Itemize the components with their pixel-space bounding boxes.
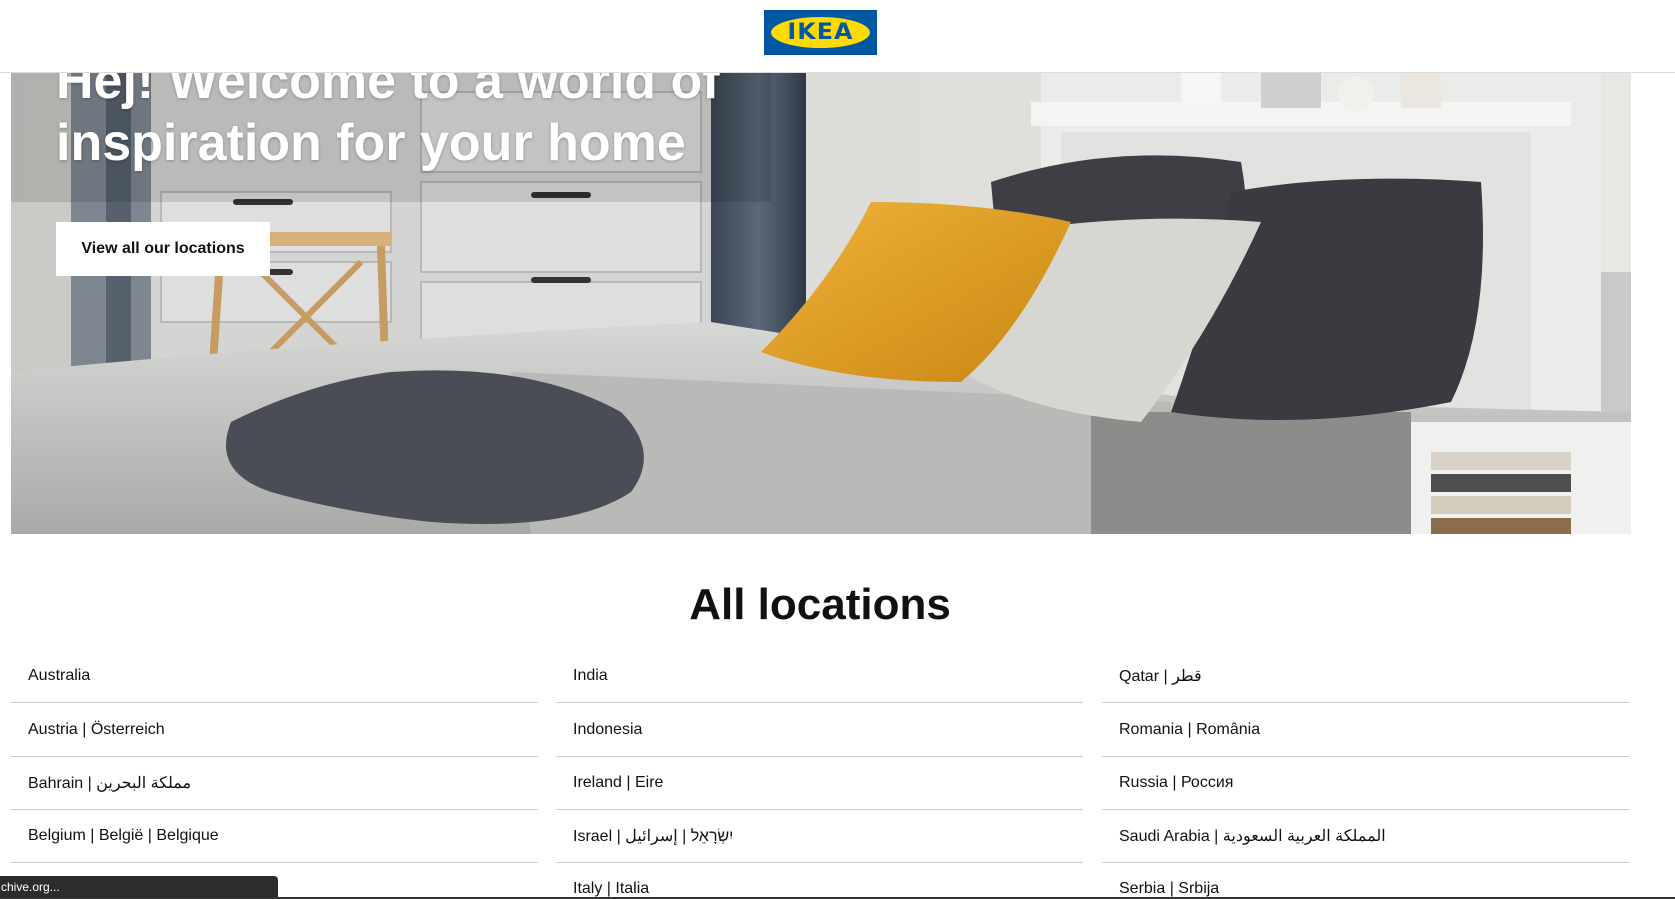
logo-text: IKEA	[787, 20, 854, 45]
location-link-romania[interactable]: Romania | România	[1102, 703, 1629, 757]
location-link-belgium[interactable]: Belgium | België | Belgique	[11, 810, 538, 863]
location-link-saudi-arabia[interactable]: Saudi Arabia | المملكة العربية السعودية	[1102, 810, 1629, 863]
ikea-logo[interactable]: IKEA	[764, 10, 877, 55]
location-link-serbia[interactable]: Serbia | Srbija	[1102, 863, 1629, 899]
location-link-india[interactable]: India	[556, 650, 1083, 703]
site-header: IKEA	[0, 0, 1675, 73]
status-bar-url-tooltip: chive.org...	[0, 876, 278, 899]
location-link-qatar[interactable]: Qatar | قطر	[1102, 650, 1629, 703]
view-all-locations-button[interactable]: View all our locations	[56, 222, 270, 276]
locations-column-1: Australia Austria | Österreich Bahrain |…	[11, 650, 538, 863]
location-link-italy[interactable]: Italy | Italia	[556, 863, 1083, 899]
locations-column-2: India Indonesia Ireland | Eire Israel | …	[556, 650, 1083, 899]
page: IKEA Hej! Welcome to a world of inspirat…	[0, 0, 1675, 899]
hero-title: Hej! Welcome to a world of inspiration f…	[56, 72, 720, 172]
locations-column-3: Qatar | قطر Romania | România Russia | Р…	[1102, 650, 1629, 899]
location-link-bahrain[interactable]: Bahrain | مملكة البحرين	[11, 757, 538, 810]
all-locations-title: All locations	[689, 580, 951, 629]
hero-banner: Hej! Welcome to a world of inspiration f…	[11, 72, 1631, 534]
location-link-ireland[interactable]: Ireland | Eire	[556, 757, 1083, 810]
location-link-austria[interactable]: Austria | Österreich	[11, 703, 538, 757]
location-link-australia[interactable]: Australia	[11, 650, 538, 703]
location-link-indonesia[interactable]: Indonesia	[556, 703, 1083, 757]
location-link-russia[interactable]: Russia | Россия	[1102, 757, 1629, 810]
location-link-israel[interactable]: Israel | יִשְׂרָאֵל | إسرائيل	[556, 810, 1083, 863]
